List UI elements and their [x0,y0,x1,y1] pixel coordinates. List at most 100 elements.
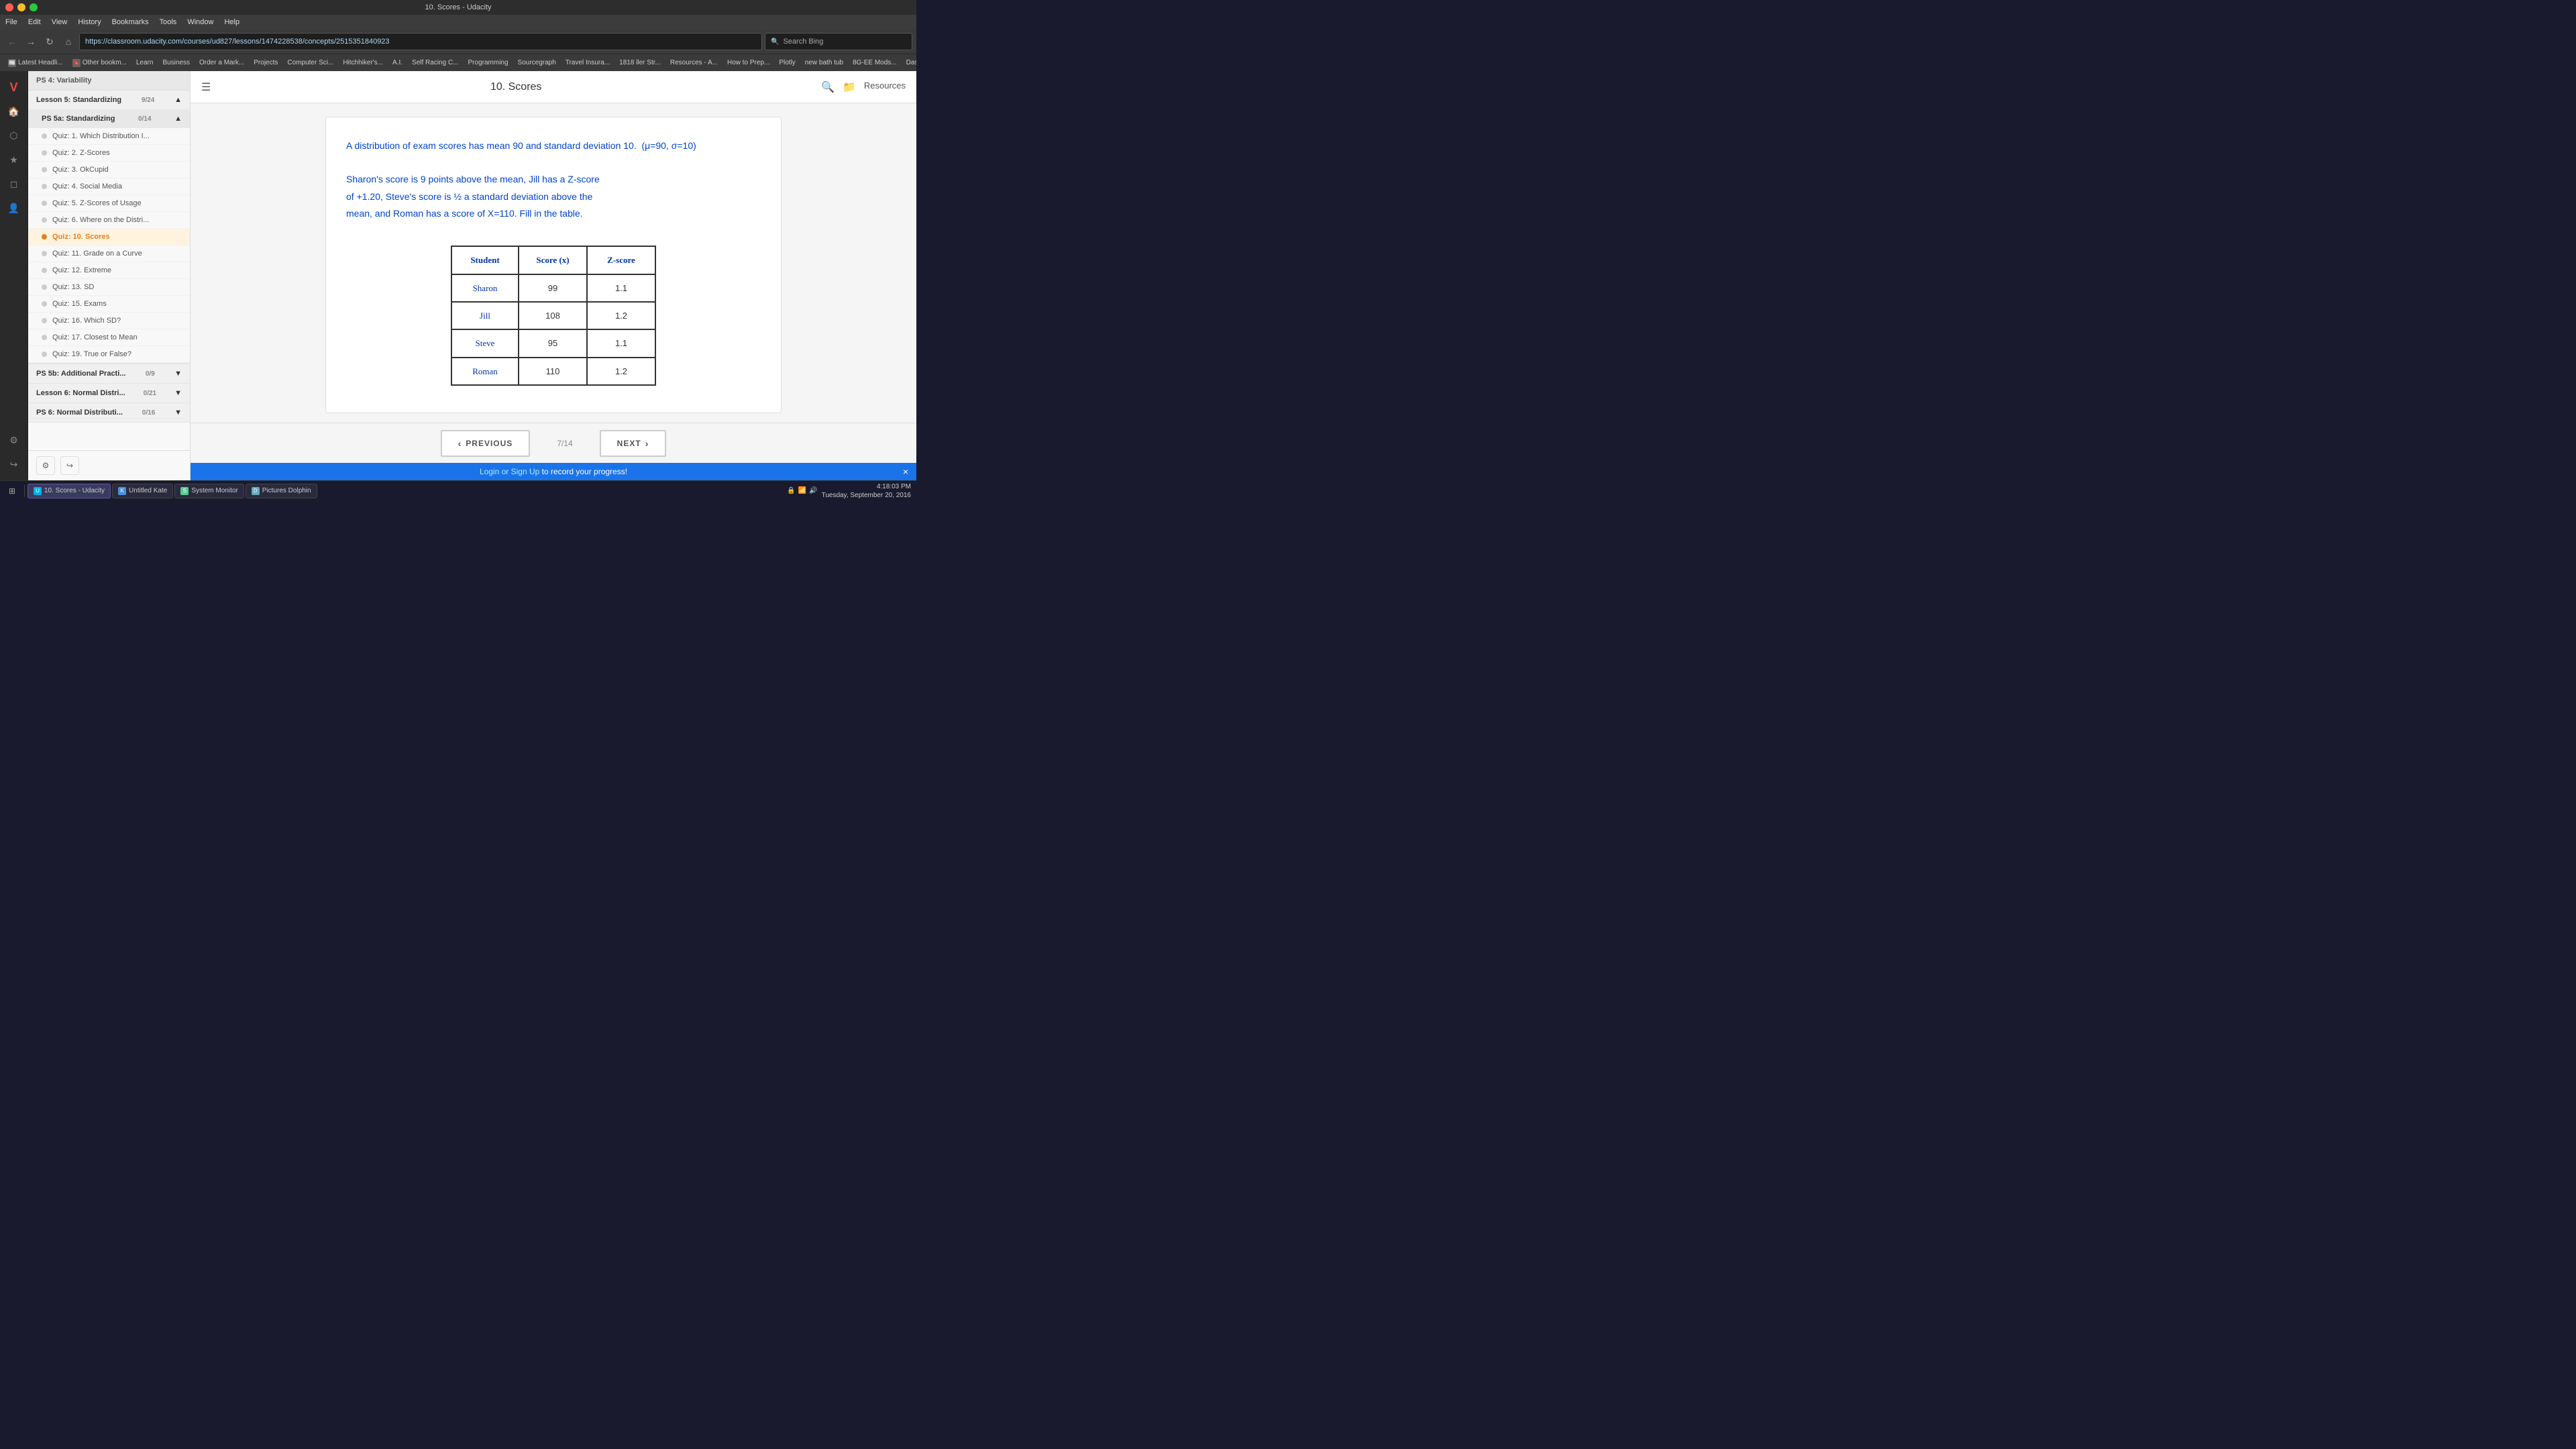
bookmark-howtoprep[interactable]: How to Prep... [723,56,773,70]
sidebar-item-quiz17[interactable]: Quiz: 17. Closest to Mean [28,329,190,346]
settings-icon[interactable]: ⚙ [3,429,25,451]
menu-tools[interactable]: Tools [160,18,177,26]
zscore-roman[interactable] [587,358,655,385]
settings-gear-button[interactable]: ⚙ [36,456,55,475]
score-jill[interactable] [519,302,587,329]
tabs-icon[interactable]: ◻ [3,173,25,195]
lesson5-header[interactable]: Lesson 5: Standardizing 9/24 ▲ [28,91,190,109]
sidebar-item-quiz5[interactable]: Quiz: 5. Z-Scores of Usage [28,195,190,212]
sidebar-item-quiz2[interactable]: Quiz: 2. Z-Scores [28,145,190,162]
vivaldi-logo[interactable]: V [3,76,25,98]
bookmarks-icon[interactable]: ★ [3,149,25,170]
bookmark-latest[interactable]: 📰 Latest Headli... [4,56,67,70]
ps5a-header[interactable]: PS 5a: Standardizing 0/14 ▲ [28,109,190,128]
content-scroll[interactable]: A distribution of exam scores has mean 9… [191,103,916,423]
speeddial-icon[interactable]: ⬡ [3,125,25,146]
score-jill-input[interactable] [533,311,573,321]
sidebar-item-quiz3[interactable]: Quiz: 3. OkCupid [28,162,190,178]
zscore-roman-input[interactable] [601,366,641,376]
menu-bookmarks[interactable]: Bookmarks [112,18,149,26]
sidebar-item-quiz6[interactable]: Quiz: 6. Where on the Distri... [28,212,190,229]
bookmark-cs[interactable]: Computer Sci... [283,56,337,70]
bookmark-learn[interactable]: Learn [132,56,158,70]
menu-history[interactable]: History [78,18,101,26]
login-link[interactable]: Login or Sign Up [480,467,539,476]
bookmark-other[interactable]: 🔖 Other bookm... [68,56,131,70]
bookmark-projects[interactable]: Projects [250,56,282,70]
ps5b-header[interactable]: PS 5b: Additional Practi... 0/9 ▼ [28,364,190,383]
tray-network[interactable]: 📶 [798,487,806,494]
taskbar-item-sysmon[interactable]: S System Monitor [174,484,244,498]
zscore-steve[interactable] [587,329,655,357]
score-steve-input[interactable] [533,338,573,348]
taskbar-item-dolphin[interactable]: D Pictures Dolphin [246,484,317,498]
home-icon[interactable]: 🏠 [3,101,25,122]
logout-icon[interactable]: ↪ [3,453,25,475]
search-icon-header[interactable]: 🔍 [821,80,835,94]
previous-button[interactable]: ‹ PREVIOUS [441,430,531,457]
bookmark-order[interactable]: Order a Mark... [195,56,248,70]
bookmark-bathtub[interactable]: new bath tub [801,56,847,70]
bookmark-sourcegraph[interactable]: Sourcegraph [514,56,560,70]
tray-encrypt[interactable]: 🔒 [787,487,795,494]
sidebar-item-quiz15[interactable]: Quiz: 15. Exams [28,296,190,313]
bookmark-hitchhiker[interactable]: Hitchhiker's... [339,56,387,70]
sidebar-item-quiz11[interactable]: Quiz: 11. Grade on a Curve [28,246,190,262]
sidebar-item-quiz4[interactable]: Quiz: 4. Social Media [28,178,190,195]
bookmark-ai[interactable]: A.I. [388,56,407,70]
next-button[interactable]: NEXT › [600,430,667,457]
sidebar-item-quiz10[interactable]: Quiz: 10. Scores [28,229,190,246]
menu-file[interactable]: File [5,18,17,26]
reload-button[interactable]: ↻ [42,34,58,50]
zscore-sharon-input[interactable] [601,283,641,293]
ps6-header[interactable]: PS 6: Normal Distributi... 0/16 ▼ [28,403,190,422]
address-bar[interactable]: https://classroom.udacity.com/courses/ud… [79,33,762,50]
score-sharon-input[interactable] [533,283,573,293]
bookmark-racing[interactable]: Self Racing C... [408,56,462,70]
score-steve[interactable] [519,329,587,357]
bookmark-travel[interactable]: Travel Insura... [561,56,614,70]
menu-view[interactable]: View [52,18,68,26]
bookmark-plotly[interactable]: Plotly [775,56,799,70]
menu-help[interactable]: Help [224,18,239,26]
menu-window[interactable]: Window [187,18,213,26]
zscore-sharon[interactable] [587,274,655,302]
sidebar-item-quiz19[interactable]: Quiz: 19. True or False? [28,346,190,363]
lesson6-header[interactable]: Lesson 6: Normal Distri... 0/21 ▼ [28,384,190,402]
resources-icon[interactable]: 📁 [843,80,856,94]
tray-sound[interactable]: 🔊 [809,487,817,494]
bookmark-8gee[interactable]: 8G-EE Mods... [849,56,901,70]
sidebar-item-quiz12[interactable]: Quiz: 12. Extreme [28,262,190,279]
bookmark-programming[interactable]: Programming [464,56,513,70]
minimize-button[interactable] [17,3,25,11]
taskbar-item-kate[interactable]: K Untitled Kate [112,484,173,498]
maximize-button[interactable] [30,3,38,11]
sidebar-item-quiz1[interactable]: Quiz: 1. Which Distribution I... [28,128,190,145]
bookmark-1818[interactable]: 1818 ller Str... [615,56,665,70]
window-controls[interactable] [5,3,38,11]
zscore-steve-input[interactable] [601,338,641,348]
taskbar-item-udacity[interactable]: U 10. Scores - Udacity [28,484,111,498]
score-roman[interactable] [519,358,587,385]
score-sharon[interactable] [519,274,587,302]
sidebar-exit-button[interactable]: ↪ [60,456,79,475]
system-clock[interactable]: 4:18:03 PM Tuesday, September 20, 2016 [822,482,911,500]
home-button[interactable]: ⌂ [60,34,76,50]
bookmark-resources[interactable]: Resources - A... [666,56,722,70]
forward-button[interactable]: → [23,34,39,50]
sidebar-item-quiz13[interactable]: Quiz: 13. SD [28,279,190,296]
zscore-jill-input[interactable] [601,311,641,321]
zscore-jill[interactable] [587,302,655,329]
hamburger-icon[interactable]: ☰ [201,80,211,94]
bookmark-business[interactable]: Business [158,56,194,70]
contacts-icon[interactable]: 👤 [3,197,25,219]
sidebar-item-quiz16[interactable]: Quiz: 16. Which SD? [28,313,190,329]
start-button[interactable]: ⊞ [3,484,21,498]
back-button[interactable]: ← [4,34,20,50]
login-close-button[interactable]: × [903,466,908,477]
menu-edit[interactable]: Edit [28,18,41,26]
score-roman-input[interactable] [533,366,573,376]
bookmark-das[interactable]: Das Keyboar... [902,56,916,70]
search-bar[interactable]: 🔍 Search Bing [765,33,912,50]
resources-label[interactable]: Resources [864,80,906,94]
